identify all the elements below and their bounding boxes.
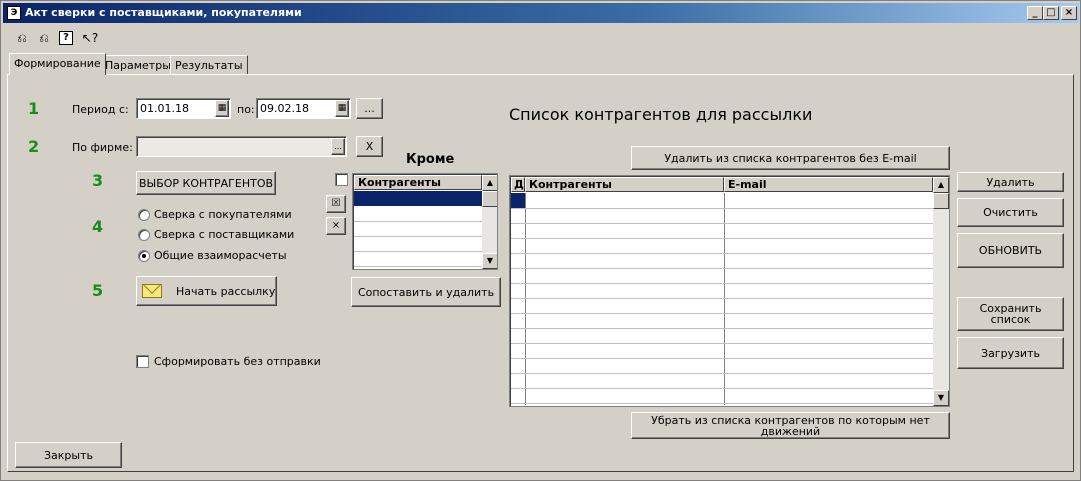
except-selected-row[interactable] (354, 191, 482, 206)
radio-general-label[interactable]: Общие взаиморасчеты (154, 249, 287, 262)
step-number-5: 5 (92, 281, 104, 300)
clear-button[interactable]: Очистить (957, 198, 1064, 227)
table-row[interactable] (511, 223, 933, 224)
except-grid[interactable]: Контрагенты ▲ ▼ (352, 173, 498, 270)
tab-formation[interactable]: Формирование (9, 53, 106, 75)
mailing-list-title: Список контрагентов для рассылки (509, 105, 813, 124)
except-title: Кроме (406, 152, 455, 167)
except-clear-all-icon[interactable]: ⨯ (326, 217, 346, 235)
close-button[interactable]: Закрыть (15, 442, 122, 468)
tool-forward-icon[interactable]: ⎌ (35, 29, 53, 47)
radio-buyers-label[interactable]: Сверка с покупателями (154, 208, 292, 221)
scroll-thumb[interactable] (933, 193, 949, 209)
scroll-down-icon[interactable]: ▼ (933, 390, 949, 406)
table-row[interactable] (511, 253, 933, 254)
table-row[interactable] (511, 238, 933, 239)
close-window-button[interactable]: × (1061, 6, 1077, 20)
except-select-all-checkbox[interactable] (335, 173, 348, 186)
tab-results[interactable]: Результаты (170, 55, 248, 74)
table-row[interactable] (511, 328, 933, 329)
table-row[interactable] (511, 343, 933, 344)
table-row[interactable] (511, 403, 933, 404)
maximize-button[interactable]: □ (1043, 6, 1059, 20)
step-number-2: 2 (28, 137, 40, 156)
mailing-column-contractors[interactable]: Контрагенты (525, 177, 724, 192)
step-number-4: 4 (92, 217, 104, 236)
step-number-3: 3 (92, 171, 104, 190)
period-from-field[interactable]: 01.01.18 ▦ (136, 98, 231, 119)
radio-general[interactable] (138, 250, 150, 262)
period-select-button[interactable]: ... (356, 98, 383, 119)
firm-label: По фирме: (72, 141, 133, 154)
table-row[interactable] (511, 208, 933, 209)
load-button[interactable]: Загрузить (957, 337, 1064, 369)
period-from-value: 01.01.18 (140, 102, 189, 115)
period-from-label: Период с: (72, 103, 129, 116)
mailing-grid[interactable]: Д Контрагенты E-mail ▲ ▼ (509, 175, 950, 407)
radio-suppliers[interactable] (138, 229, 150, 241)
remove-without-movement-button[interactable]: Убрать из списка контрагентов по которым… (631, 412, 950, 439)
start-mailing-button[interactable]: Начать рассылку (136, 276, 277, 306)
no-send-label[interactable]: Сформировать без отправки (154, 355, 321, 368)
period-to-field[interactable]: 09.02.18 ▦ (256, 98, 351, 119)
table-row[interactable] (511, 268, 933, 269)
save-list-button[interactable]: Сохранить список (957, 297, 1064, 331)
firm-clear-button[interactable]: X (356, 136, 383, 157)
minimize-button[interactable]: _ (1027, 6, 1043, 20)
table-row[interactable] (511, 373, 933, 374)
envelope-icon (142, 284, 162, 298)
table-row[interactable] (511, 298, 933, 299)
step-number-1: 1 (28, 99, 40, 118)
match-and-delete-button[interactable]: Сопоставить и удалить (351, 277, 501, 307)
table-row[interactable] (511, 358, 933, 359)
mailing-selected-row-marker[interactable] (511, 193, 525, 208)
table-row[interactable] (511, 388, 933, 389)
except-clear-selection-icon[interactable]: ☒ (326, 195, 346, 213)
tool-back-icon[interactable]: ⎌ (13, 29, 31, 47)
firm-select-button[interactable]: ... (331, 138, 345, 155)
title-bar: Э Акт сверки с поставщиками, покупателям… (3, 3, 1079, 23)
tab-parameters[interactable]: Параметры (100, 55, 176, 74)
remove-without-email-button[interactable]: Удалить из списка контрагентов без E-mai… (631, 146, 950, 170)
app-icon: Э (7, 6, 21, 20)
window-title: Акт сверки с поставщиками, покупателями (25, 6, 302, 19)
calendar-icon[interactable]: ▦ (335, 100, 349, 117)
period-to-label: по: (237, 103, 255, 116)
select-contractors-button[interactable]: ВЫБОР КОНТРАГЕНТОВ (136, 171, 276, 195)
calendar-icon[interactable]: ▦ (215, 100, 229, 117)
refresh-button[interactable]: ОБНОВИТЬ (957, 233, 1064, 268)
scroll-up-icon[interactable]: ▲ (482, 175, 497, 191)
except-scrollbar[interactable]: ▲ ▼ (482, 175, 497, 269)
table-row[interactable] (511, 313, 933, 314)
mailing-column-flag[interactable]: Д (511, 177, 525, 192)
start-mailing-label: Начать рассылку (176, 284, 276, 298)
radio-suppliers-label[interactable]: Сверка с поставщиками (154, 228, 294, 241)
main-window: Э Акт сверки с поставщиками, покупателям… (0, 0, 1081, 481)
help-icon[interactable]: ? (59, 31, 73, 45)
tab-panel: 1 2 3 4 5 Период с: 01.01.18 ▦ по: 09.02… (7, 74, 1074, 472)
mailing-column-email[interactable]: E-mail (724, 177, 933, 192)
scroll-thumb[interactable] (482, 191, 497, 207)
no-send-checkbox[interactable] (136, 355, 149, 368)
mailing-scrollbar[interactable]: ▲ ▼ (933, 177, 949, 406)
firm-field[interactable]: ... (136, 136, 347, 157)
radio-buyers[interactable] (138, 209, 150, 221)
delete-button[interactable]: Удалить (957, 172, 1064, 192)
whats-this-icon[interactable]: ↖? (81, 29, 99, 47)
table-row[interactable] (511, 283, 933, 284)
period-to-value: 09.02.18 (260, 102, 309, 115)
except-column-contractors[interactable]: Контрагенты (354, 175, 482, 190)
scroll-up-icon[interactable]: ▲ (933, 177, 949, 193)
scroll-down-icon[interactable]: ▼ (482, 253, 497, 269)
